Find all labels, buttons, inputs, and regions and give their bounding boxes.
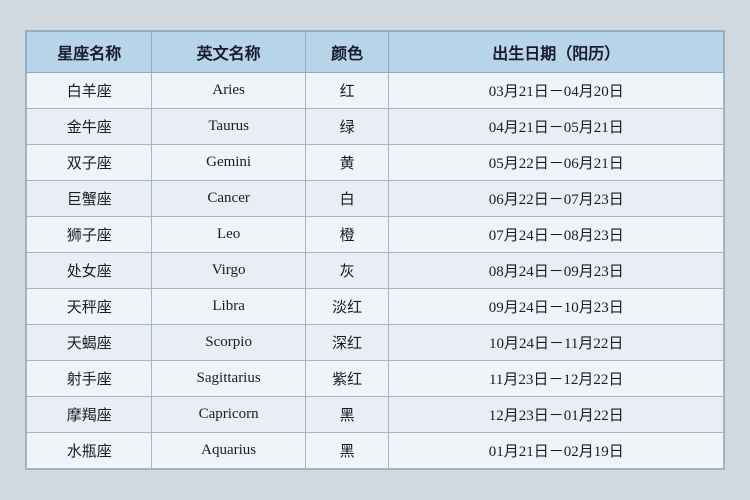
table-row: 金牛座Taurus绿04月21日－05月21日: [27, 109, 724, 145]
table-header-row: 星座名称 英文名称 颜色 出生日期（阳历）: [27, 32, 724, 73]
cell-date: 10月24日－11月22日: [389, 325, 724, 361]
cell-zh-name: 狮子座: [27, 217, 152, 253]
cell-en-name: Scorpio: [152, 325, 305, 361]
table-row: 天蝎座Scorpio深红10月24日－11月22日: [27, 325, 724, 361]
cell-zh-name: 天秤座: [27, 289, 152, 325]
cell-zh-name: 巨蟹座: [27, 181, 152, 217]
cell-color: 橙: [305, 217, 389, 253]
table-row: 双子座Gemini黄05月22日－06月21日: [27, 145, 724, 181]
cell-date: 09月24日－10月23日: [389, 289, 724, 325]
cell-date: 08月24日－09月23日: [389, 253, 724, 289]
zodiac-table: 星座名称 英文名称 颜色 出生日期（阳历） 白羊座Aries红03月21日－04…: [26, 31, 724, 469]
cell-en-name: Taurus: [152, 109, 305, 145]
cell-date: 07月24日－08月23日: [389, 217, 724, 253]
cell-zh-name: 处女座: [27, 253, 152, 289]
cell-date: 12月23日－01月22日: [389, 397, 724, 433]
table-row: 巨蟹座Cancer白06月22日－07月23日: [27, 181, 724, 217]
cell-color: 绿: [305, 109, 389, 145]
cell-en-name: Leo: [152, 217, 305, 253]
table-row: 处女座Virgo灰08月24日－09月23日: [27, 253, 724, 289]
cell-en-name: Aquarius: [152, 433, 305, 469]
cell-color: 淡红: [305, 289, 389, 325]
cell-color: 红: [305, 73, 389, 109]
table-body: 白羊座Aries红03月21日－04月20日金牛座Taurus绿04月21日－0…: [27, 73, 724, 469]
cell-date: 11月23日－12月22日: [389, 361, 724, 397]
table-row: 天秤座Libra淡红09月24日－10月23日: [27, 289, 724, 325]
cell-en-name: Cancer: [152, 181, 305, 217]
cell-date: 06月22日－07月23日: [389, 181, 724, 217]
cell-color: 白: [305, 181, 389, 217]
cell-zh-name: 射手座: [27, 361, 152, 397]
header-zh-name: 星座名称: [27, 32, 152, 73]
cell-date: 05月22日－06月21日: [389, 145, 724, 181]
cell-en-name: Aries: [152, 73, 305, 109]
cell-color: 黄: [305, 145, 389, 181]
cell-en-name: Libra: [152, 289, 305, 325]
cell-zh-name: 天蝎座: [27, 325, 152, 361]
cell-zh-name: 金牛座: [27, 109, 152, 145]
cell-date: 04月21日－05月21日: [389, 109, 724, 145]
zodiac-table-container: 星座名称 英文名称 颜色 出生日期（阳历） 白羊座Aries红03月21日－04…: [25, 30, 725, 470]
table-row: 白羊座Aries红03月21日－04月20日: [27, 73, 724, 109]
cell-zh-name: 摩羯座: [27, 397, 152, 433]
header-color: 颜色: [305, 32, 389, 73]
cell-en-name: Capricorn: [152, 397, 305, 433]
cell-date: 01月21日－02月19日: [389, 433, 724, 469]
cell-color: 灰: [305, 253, 389, 289]
header-en-name: 英文名称: [152, 32, 305, 73]
cell-zh-name: 白羊座: [27, 73, 152, 109]
cell-date: 03月21日－04月20日: [389, 73, 724, 109]
cell-color: 黑: [305, 397, 389, 433]
table-row: 射手座Sagittarius紫红11月23日－12月22日: [27, 361, 724, 397]
table-row: 摩羯座Capricorn黑12月23日－01月22日: [27, 397, 724, 433]
cell-zh-name: 水瓶座: [27, 433, 152, 469]
cell-color: 紫红: [305, 361, 389, 397]
cell-en-name: Sagittarius: [152, 361, 305, 397]
cell-color: 深红: [305, 325, 389, 361]
table-row: 水瓶座Aquarius黑01月21日－02月19日: [27, 433, 724, 469]
cell-en-name: Virgo: [152, 253, 305, 289]
cell-zh-name: 双子座: [27, 145, 152, 181]
cell-en-name: Gemini: [152, 145, 305, 181]
table-row: 狮子座Leo橙07月24日－08月23日: [27, 217, 724, 253]
header-date: 出生日期（阳历）: [389, 32, 724, 73]
cell-color: 黑: [305, 433, 389, 469]
